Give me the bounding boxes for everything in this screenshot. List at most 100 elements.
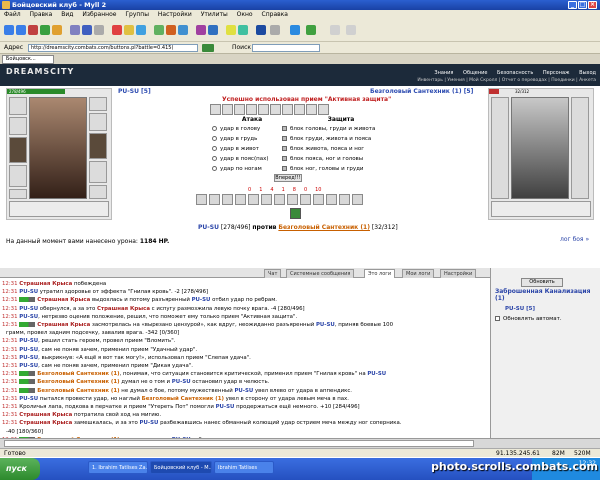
vs-left-name[interactable]: PU-SU [198,224,219,231]
history-icon[interactable] [178,25,188,35]
log-name[interactable]: Страшная Крыса [19,420,72,426]
find-icon[interactable] [154,25,164,35]
tab-logs[interactable]: Это логи [364,269,396,278]
log-name[interactable]: PU-SU [172,379,191,385]
maximize-button[interactable]: □ [578,1,587,9]
favorites-icon[interactable] [166,25,176,35]
skill-icon[interactable] [300,194,311,205]
go-forward-button[interactable]: Вперед!!! [274,174,302,182]
block-option[interactable]: блок пояса, ног и головы [282,154,375,164]
enemy-name[interactable]: Безголовый Сантехник (1) [5] [370,88,473,95]
popup-icon[interactable] [226,25,236,35]
helmet-slot[interactable] [9,97,27,115]
log-name[interactable]: PU-SU [19,347,38,353]
block-option[interactable]: блок груди, живота и пояса [282,134,375,144]
nav-exit[interactable]: Выход [579,70,596,76]
menu-favorites[interactable]: Избранное [82,11,116,18]
armor-slot[interactable] [9,165,27,187]
amulet-slot[interactable] [9,117,27,135]
tab-chat[interactable]: Чат [264,269,282,278]
block-option[interactable]: блок живота, пояса и ног [282,144,375,154]
vs-right-name[interactable]: Безголовый Сантехник (1) [278,224,370,231]
auto-refresh-option[interactable]: Обновлять автомат. [495,316,562,322]
menu-groups[interactable]: Группы [125,11,149,18]
log-name[interactable]: PU-SU [19,306,38,312]
cut-icon[interactable] [112,25,122,35]
back-icon[interactable] [4,25,14,35]
globe-icon[interactable] [256,25,266,35]
earring-slot[interactable] [89,97,107,111]
options-icon[interactable] [330,25,340,35]
ie-icon[interactable] [290,25,300,35]
menu-tools[interactable]: Утилиты [201,11,228,18]
log-name[interactable]: PU-SU [19,289,38,295]
home-icon[interactable] [52,25,62,35]
nav-chat[interactable]: Общение [463,70,487,76]
location-user[interactable]: PU-SU [5] [505,306,535,312]
task-button[interactable]: 1. Ibrahim Tatlises Za... [88,461,148,474]
block-icon[interactable] [282,166,287,171]
chat-input[interactable] [4,440,474,447]
attack-option[interactable]: удар в голову [212,124,268,134]
belt-items[interactable] [9,201,109,217]
auto-refresh-checkbox[interactable] [495,316,500,321]
attack-radio[interactable] [212,166,217,171]
player-name[interactable]: PU-SU [5] [118,88,151,95]
menu-settings[interactable]: Настройки [158,11,192,18]
gloves-slot[interactable] [89,161,107,183]
log-name[interactable]: Безголовый Сантехник (1) [37,371,119,377]
block-icon[interactable] [282,126,287,131]
log-name[interactable]: PU-SU [19,363,38,369]
shield-slot[interactable] [89,133,107,159]
log-name[interactable]: PU-SU [19,355,38,361]
refresh-icon[interactable] [40,25,50,35]
skill-icon[interactable] [352,194,363,205]
log-name[interactable]: Страшная Крыса [19,281,72,287]
skill-icon[interactable] [326,194,337,205]
skill-icon[interactable] [261,194,272,205]
block-icon[interactable] [282,136,287,141]
skill-icon[interactable] [274,194,285,205]
attack-option[interactable]: удар по ногам [212,164,268,174]
log-name[interactable]: PU-SU [216,404,235,410]
log-name[interactable]: PU-SU [140,420,159,426]
skill-icon[interactable] [313,194,324,205]
tab-settings[interactable]: Настройки [440,269,477,278]
battle-log-link[interactable]: лог боя » [560,236,589,243]
attack-option[interactable]: удар в живот [212,144,268,154]
attack-radio[interactable] [212,156,217,161]
log-name[interactable]: PU-SU [367,371,386,377]
log-name[interactable]: PU-SU [234,388,253,394]
skill-icon[interactable] [196,194,207,205]
go-icon[interactable] [202,44,214,52]
skill-icon[interactable] [287,194,298,205]
nav-character[interactable]: Персонаж [543,70,570,76]
attack-option[interactable]: удар в грудь [212,134,268,144]
belt-slot[interactable] [9,189,27,199]
view-icon[interactable] [270,25,280,35]
zoom-icon[interactable] [196,25,206,35]
task-button[interactable]: Бойцовский клуб - M... [150,461,212,474]
mail-icon[interactable] [306,25,316,35]
attack-radio[interactable] [212,136,217,141]
skill-icon[interactable] [235,194,246,205]
block-option[interactable]: блок ног, головы и груди [282,164,375,174]
tab-system[interactable]: Системные сообщения [286,269,355,278]
block-option[interactable]: блок головы, груди и живота [282,124,375,134]
menu-help[interactable]: Справка [262,11,288,18]
save-icon[interactable] [82,25,92,35]
menu-view[interactable]: Вид [61,11,73,18]
attack-radio[interactable] [212,146,217,151]
log-name[interactable]: Страшная Крыса [97,306,150,312]
stop-icon[interactable] [28,25,38,35]
group-icon[interactable] [208,25,218,35]
log-name[interactable]: PU-SU [19,396,38,402]
paste-icon[interactable] [136,25,146,35]
log-name[interactable]: PU-SU [19,314,38,320]
log-name[interactable]: PU-SU [19,338,38,344]
skill-icon[interactable] [248,194,259,205]
tab-my-logs[interactable]: Мои логи [402,269,435,278]
nav-security[interactable]: Безопасность [497,70,533,76]
block-icon[interactable] [282,156,287,161]
refresh-button[interactable]: Обновить [521,278,563,287]
